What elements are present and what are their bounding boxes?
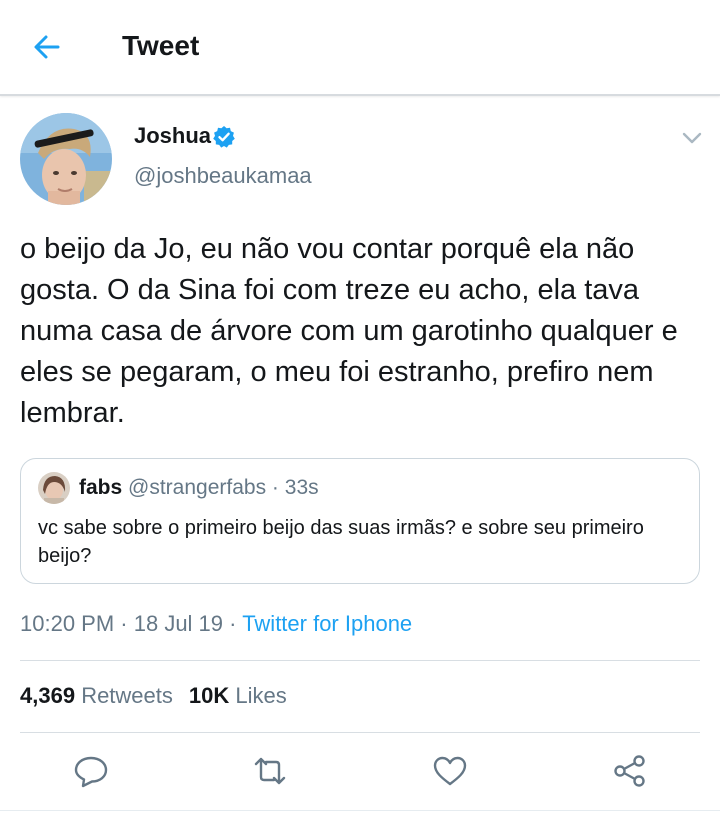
- retweets-count: 4,369: [20, 683, 76, 708]
- quoted-separator: ·: [266, 476, 285, 499]
- meta-separator-1: ·: [114, 611, 134, 636]
- likes-stat[interactable]: 10K Likes: [189, 683, 287, 708]
- quoted-age: 33s: [284, 476, 319, 499]
- page-title: Tweet: [122, 30, 200, 61]
- quoted-text: vc sabe sobre o primeiro beijo das suas …: [38, 517, 644, 567]
- quoted-name: fabs: [79, 476, 123, 499]
- quoted-handle: @strangerfabs: [128, 476, 267, 499]
- tweet-stats: 4,369 Retweets 10K Likes: [20, 683, 287, 709]
- tweet-text: o beijo da Jo, eu não vou contar porquê …: [20, 233, 678, 429]
- top-bar: Tweet: [0, 0, 720, 96]
- quoted-tweet[interactable]: fabs @strangerfabs · 33s vc sabe sobre o…: [20, 458, 700, 584]
- reply-icon[interactable]: [71, 753, 111, 789]
- meta-separator-2: ·: [223, 611, 243, 636]
- verified-badge-icon: [213, 126, 235, 148]
- retweets-label: Retweets: [81, 683, 173, 708]
- bottom-divider: [0, 810, 720, 811]
- share-icon[interactable]: [610, 753, 650, 789]
- tweet-meta: 10:20 PM · 18 Jul 19 · Twitter for Iphon…: [20, 611, 412, 637]
- tweet-source-link[interactable]: Twitter for Iphone: [242, 611, 412, 636]
- author-name[interactable]: Joshua: [134, 123, 211, 149]
- quoted-header: fabs @strangerfabs · 33s: [79, 476, 319, 500]
- avatar[interactable]: [20, 113, 112, 205]
- quoted-avatar: [38, 472, 70, 504]
- tweet-time: 10:20 PM: [20, 611, 115, 636]
- author-handle[interactable]: @joshbeaukamaa: [134, 163, 312, 189]
- tweet-date: 18 Jul 19: [133, 611, 224, 636]
- like-icon[interactable]: [430, 753, 470, 789]
- divider: [20, 732, 700, 733]
- likes-count: 10K: [188, 683, 230, 708]
- retweet-icon[interactable]: [250, 753, 290, 789]
- retweets-stat[interactable]: 4,369 Retweets: [20, 683, 173, 708]
- arrow-left-icon[interactable]: [30, 30, 64, 64]
- divider: [20, 660, 700, 661]
- chevron-down-icon[interactable]: [681, 130, 703, 146]
- likes-label: Likes: [235, 683, 287, 708]
